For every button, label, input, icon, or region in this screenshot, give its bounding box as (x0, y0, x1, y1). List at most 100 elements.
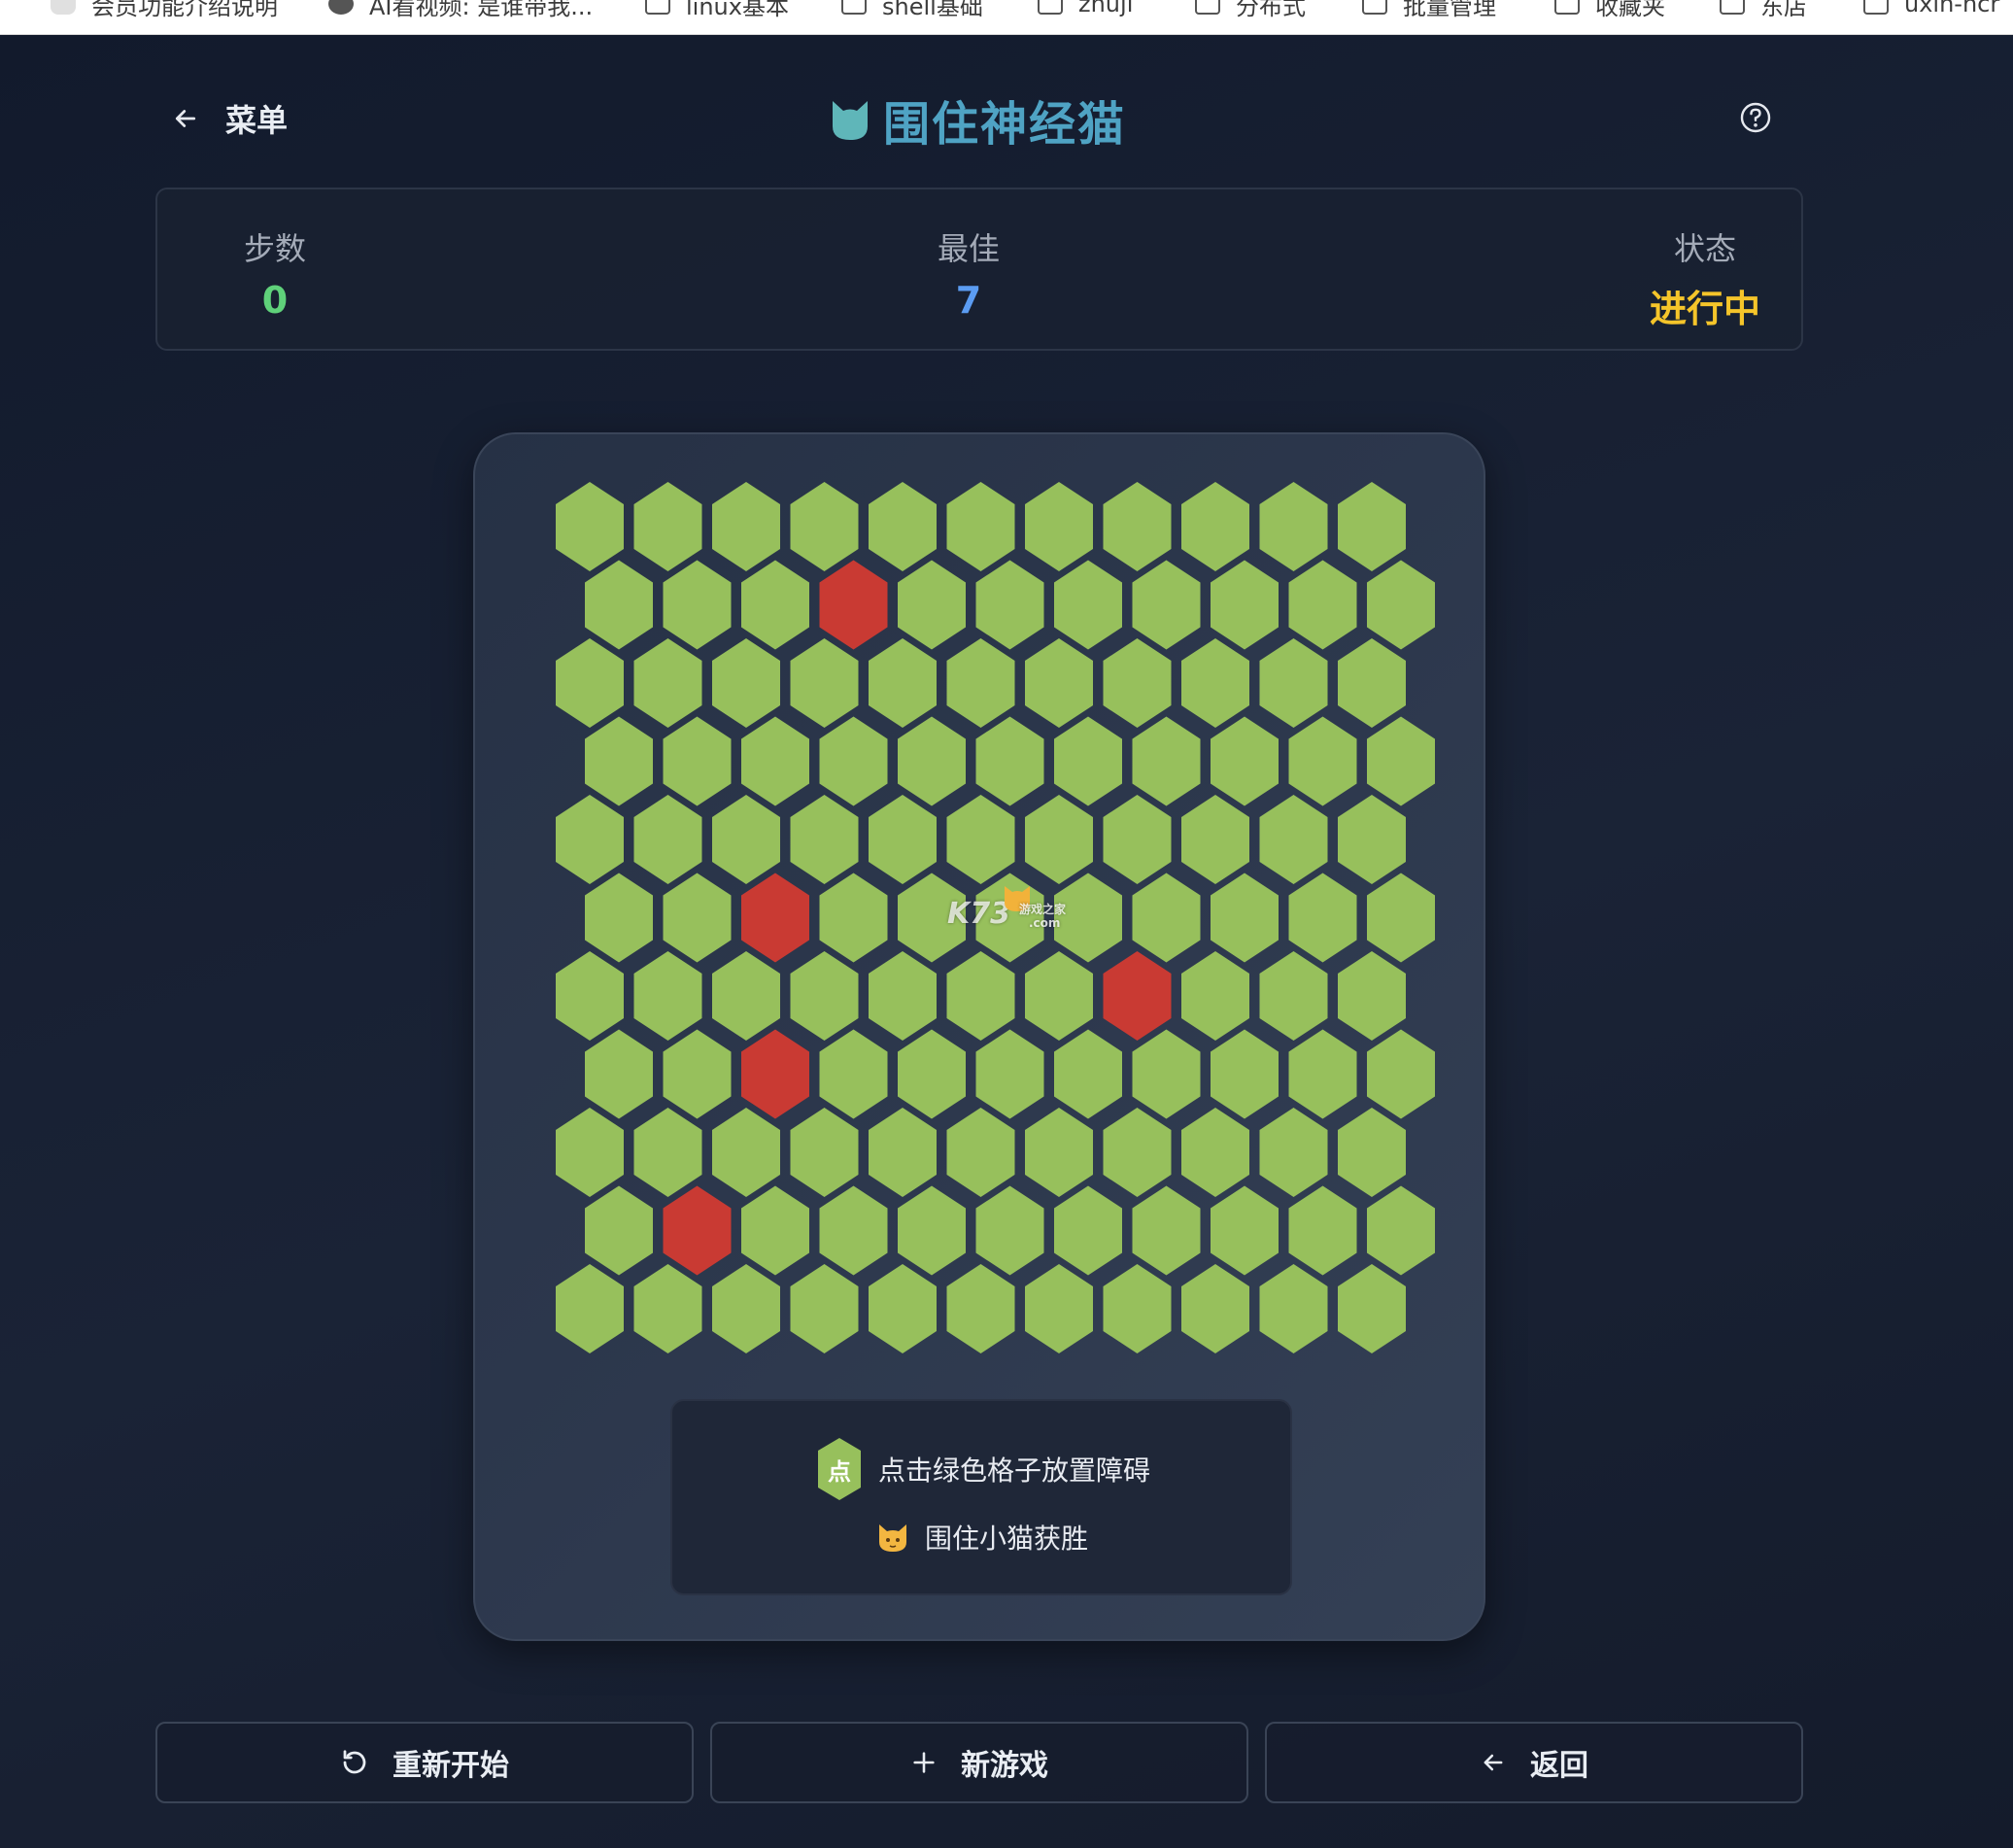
hex-cell[interactable] (741, 716, 809, 806)
hex-cell[interactable] (869, 1264, 937, 1353)
hex-cell[interactable] (946, 1108, 1015, 1197)
hex-cell[interactable] (898, 716, 966, 806)
bookmark-item[interactable]: 东店 (1720, 0, 1807, 20)
hex-cell[interactable] (1054, 560, 1122, 650)
hex-cell[interactable] (1259, 482, 1328, 571)
hex-cell[interactable] (1132, 560, 1201, 650)
hex-cell[interactable] (712, 638, 780, 728)
hex-cell[interactable] (1025, 638, 1093, 728)
hex-cell[interactable] (1259, 638, 1328, 728)
hex-cell[interactable] (633, 638, 702, 728)
hex-cell[interactable] (1025, 482, 1093, 571)
hex-cell[interactable] (819, 716, 888, 806)
hex-cell[interactable] (585, 560, 653, 650)
bookmark-item[interactable]: 会员功能介绍说明 (51, 0, 278, 20)
hex-cell[interactable] (1132, 1185, 1201, 1276)
hex-cell[interactable] (712, 1264, 780, 1353)
hex-cell[interactable] (1025, 1108, 1093, 1197)
hex-cell[interactable] (975, 716, 1044, 806)
hex-cell[interactable] (790, 1264, 859, 1353)
hex-cell[interactable] (712, 482, 780, 571)
hex-cell[interactable] (1181, 482, 1249, 571)
hex-cell[interactable] (790, 638, 859, 728)
hex-cell[interactable] (946, 482, 1015, 571)
hex-cell[interactable] (790, 951, 859, 1041)
hex-cell[interactable] (556, 795, 624, 884)
hex-cell[interactable] (633, 951, 702, 1041)
hex-cell[interactable] (1259, 1108, 1328, 1197)
hex-cell[interactable] (1211, 1029, 1279, 1119)
hex-cell[interactable] (585, 873, 653, 963)
hex-cell[interactable] (898, 1029, 966, 1119)
hex-cell[interactable] (1132, 873, 1201, 963)
hex-cell[interactable] (946, 638, 1015, 728)
new-game-button[interactable]: 新游戏 (710, 1722, 1248, 1803)
hex-cell[interactable] (1367, 560, 1435, 650)
help-icon[interactable] (1739, 101, 1772, 134)
hex-cell[interactable] (1103, 1108, 1172, 1197)
hex-cell[interactable] (1103, 795, 1172, 884)
hex-cell[interactable] (1211, 1185, 1279, 1276)
hex-cell[interactable] (1338, 1264, 1406, 1353)
hex-cell[interactable] (556, 1108, 624, 1197)
hex-cell[interactable] (1288, 716, 1357, 806)
hex-cell[interactable] (790, 482, 859, 571)
restart-button[interactable]: 重新开始 (155, 1722, 694, 1803)
hex-cell[interactable] (633, 1264, 702, 1353)
hex-cell[interactable] (663, 873, 732, 963)
hex-cell[interactable] (819, 873, 888, 963)
hex-cell[interactable] (869, 638, 937, 728)
hex-cell[interactable] (946, 1264, 1015, 1353)
bookmark-item[interactable]: 收藏夹 (1554, 0, 1665, 20)
hex-cell[interactable] (741, 560, 809, 650)
bookmark-item[interactable]: 批量管理 (1362, 0, 1496, 20)
hex-cell[interactable] (585, 1185, 653, 1276)
hex-cell[interactable] (1288, 1185, 1357, 1276)
hex-cell[interactable] (898, 1185, 966, 1276)
bookmark-item[interactable]: shell基础 (841, 0, 983, 20)
hex-cell[interactable] (741, 1185, 809, 1276)
hex-cell[interactable] (790, 795, 859, 884)
hex-cell[interactable] (869, 795, 937, 884)
hex-cell[interactable] (819, 1185, 888, 1276)
hex-cell[interactable] (1288, 873, 1357, 963)
back-button[interactable]: 返回 (1265, 1722, 1803, 1803)
hex-cell[interactable] (556, 482, 624, 571)
hex-cell[interactable] (1025, 795, 1093, 884)
hex-cell[interactable] (1259, 1264, 1328, 1353)
hex-cell[interactable] (1103, 638, 1172, 728)
hex-cell[interactable] (1054, 1185, 1122, 1276)
hex-cell[interactable] (1211, 873, 1279, 963)
hex-cell[interactable] (1103, 482, 1172, 571)
hex-cell[interactable] (1211, 716, 1279, 806)
hex-cell[interactable] (946, 951, 1015, 1041)
hex-cell[interactable] (819, 1029, 888, 1119)
hex-cell[interactable] (1338, 482, 1406, 571)
hex-cell[interactable] (1181, 638, 1249, 728)
hex-cell[interactable] (1132, 716, 1201, 806)
bookmark-item[interactable]: AI看视频: 是谁带我... (328, 0, 593, 20)
hex-cell[interactable] (946, 795, 1015, 884)
hex-cell[interactable] (1259, 951, 1328, 1041)
hex-cell[interactable] (898, 560, 966, 650)
hex-cell[interactable] (1181, 1108, 1249, 1197)
hex-cell[interactable] (633, 482, 702, 571)
hex-cell[interactable] (1181, 951, 1249, 1041)
hex-cell[interactable] (1367, 873, 1435, 963)
hex-cell[interactable] (663, 716, 732, 806)
bookmark-item[interactable]: linux基本 (645, 0, 789, 20)
hex-cell[interactable] (1338, 795, 1406, 884)
hex-cell[interactable] (1054, 1029, 1122, 1119)
hex-cell[interactable] (1367, 1185, 1435, 1276)
hex-cell[interactable] (975, 560, 1044, 650)
hex-cell[interactable] (1259, 795, 1328, 884)
hex-cell[interactable] (556, 951, 624, 1041)
hex-cell[interactable] (663, 560, 732, 650)
hex-cell[interactable] (1132, 1029, 1201, 1119)
hex-cell[interactable] (1338, 951, 1406, 1041)
hex-cell[interactable] (1025, 1264, 1093, 1353)
hex-cell[interactable] (1367, 1029, 1435, 1119)
hex-cell[interactable] (1338, 638, 1406, 728)
hex-cell[interactable] (1054, 716, 1122, 806)
hex-cell[interactable] (1025, 951, 1093, 1041)
